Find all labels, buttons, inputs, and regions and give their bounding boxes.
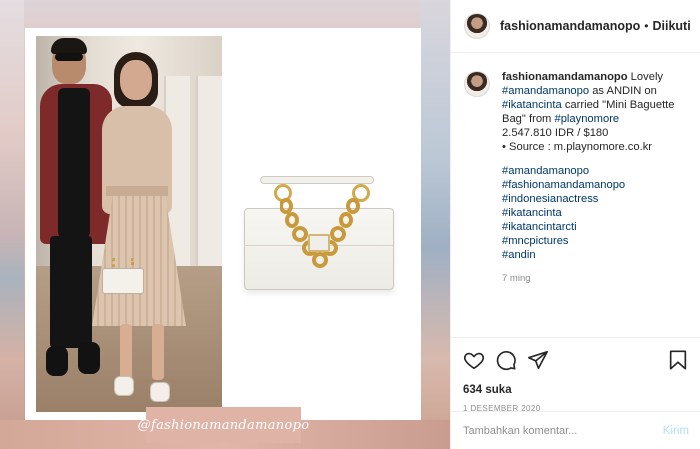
heart-icon[interactable] xyxy=(463,349,485,371)
avatar[interactable] xyxy=(464,13,490,39)
handbag-in-photo xyxy=(102,268,144,294)
hashtag-link[interactable]: #mncpictures xyxy=(502,234,689,248)
hashtag-link[interactable]: #ikatancinta xyxy=(502,206,689,220)
hashtag-link[interactable]: #amandamanopo xyxy=(502,164,689,178)
hashtag-link[interactable]: #amandamanopo xyxy=(502,85,589,97)
hashtag-link[interactable]: #playnomore xyxy=(554,113,619,125)
likes-count[interactable]: 634 suka xyxy=(463,384,689,396)
product-handbag-image xyxy=(238,168,402,296)
hashtag-link[interactable]: #fashionamandamanopo xyxy=(502,178,689,192)
post-actions: 634 suka 1 DESEMBER 2020 xyxy=(451,337,700,413)
comment-input[interactable] xyxy=(463,424,663,437)
following-button[interactable]: Diikuti xyxy=(653,19,691,33)
share-icon[interactable] xyxy=(527,349,549,371)
header-username[interactable]: fashionamandamanopo xyxy=(500,19,640,33)
caption-avatar[interactable] xyxy=(464,71,490,97)
price-text: 2.547.810 IDR / $180 xyxy=(502,127,609,139)
source-text: • Source : m.playnomore.co.kr xyxy=(502,141,653,153)
hashtag-link[interactable]: #ikatancinta xyxy=(502,99,562,111)
caption-username[interactable]: fashionamandamanopo xyxy=(502,71,628,83)
caption-area: fashionamandamanopo Lovely #amandamanopo… xyxy=(451,54,700,336)
hashtag-link[interactable]: #andin xyxy=(502,248,689,262)
post-comment-button[interactable]: Kirim xyxy=(663,425,689,437)
celebrity-photo xyxy=(36,36,222,412)
post-header: fashionamandamanopo • Diikuti xyxy=(451,0,700,53)
comment-box: Kirim xyxy=(451,411,700,449)
watermark: @fashionamandamanopo xyxy=(138,407,309,443)
separator-dot: • xyxy=(644,19,649,33)
caption-text: fashionamandamanopo Lovely #amandamanopo… xyxy=(502,70,689,336)
comment-icon[interactable] xyxy=(495,349,517,371)
post-sidebar: fashionamandamanopo • Diikuti fashionama… xyxy=(450,0,700,449)
caption-timestamp[interactable]: 7 ming xyxy=(502,272,689,286)
hashtag-link[interactable]: #indonesianactress xyxy=(502,192,689,206)
background-sea-right xyxy=(420,0,450,449)
post-image[interactable]: @fashionamandamanopo xyxy=(0,0,450,449)
background-sea-left xyxy=(0,0,24,449)
hashtag-link[interactable]: #ikatancintarcti xyxy=(502,220,689,234)
bookmark-icon[interactable] xyxy=(667,349,689,371)
action-icons xyxy=(463,348,689,372)
